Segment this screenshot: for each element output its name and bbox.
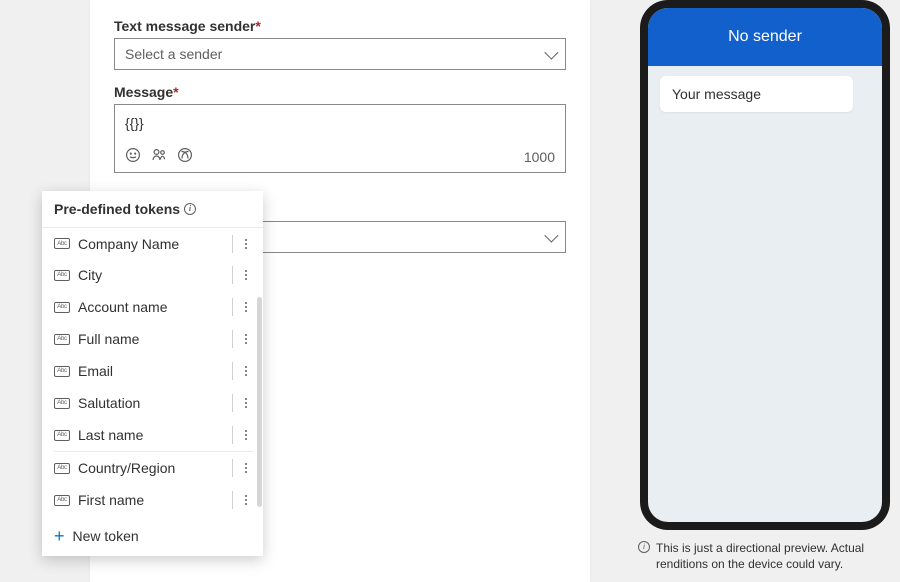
token-list: Abc Company Name Abc City Abc Account na… bbox=[42, 227, 263, 516]
more-icon[interactable] bbox=[239, 398, 253, 408]
scrollbar[interactable] bbox=[257, 297, 262, 507]
token-popup: Pre-defined tokens i Abc Company Name Ab… bbox=[42, 191, 263, 556]
text-type-icon: Abc bbox=[54, 270, 70, 281]
info-icon[interactable]: i bbox=[184, 203, 196, 215]
more-icon[interactable] bbox=[239, 463, 253, 473]
token-item[interactable]: Abc Company Name bbox=[42, 227, 263, 259]
phone-preview-body: Your message bbox=[648, 66, 882, 522]
token-item[interactable]: Abc First name bbox=[42, 484, 263, 516]
message-label: Message* bbox=[114, 84, 566, 100]
phone-screen: No sender Your message bbox=[648, 8, 882, 522]
text-type-icon: Abc bbox=[54, 430, 70, 441]
token-item[interactable]: Abc Last name bbox=[42, 419, 263, 451]
more-icon[interactable] bbox=[239, 430, 253, 440]
emoji-icon[interactable] bbox=[125, 147, 141, 166]
more-icon[interactable] bbox=[239, 334, 253, 344]
chevron-down-icon bbox=[544, 46, 558, 60]
text-type-icon: Abc bbox=[54, 463, 70, 474]
text-type-icon: Abc bbox=[54, 495, 70, 506]
message-text-value[interactable]: {{}} bbox=[115, 105, 565, 143]
token-popup-header: Pre-defined tokens i bbox=[42, 191, 263, 227]
text-type-icon: Abc bbox=[54, 334, 70, 345]
token-item[interactable]: Abc City bbox=[42, 259, 263, 291]
token-item[interactable]: Abc Email bbox=[42, 355, 263, 387]
preview-disclaimer: i This is just a directional preview. Ac… bbox=[638, 540, 896, 572]
info-icon: i bbox=[638, 541, 650, 553]
sender-select-placeholder: Select a sender bbox=[125, 46, 222, 62]
message-toolbar: 1000 bbox=[115, 143, 565, 172]
char-count: 1000 bbox=[524, 149, 555, 165]
phone-preview-header: No sender bbox=[648, 8, 882, 66]
assist-icon[interactable] bbox=[177, 147, 193, 166]
text-type-icon: Abc bbox=[54, 238, 70, 249]
new-token-button[interactable]: + New token bbox=[42, 516, 263, 556]
more-icon[interactable] bbox=[239, 239, 253, 249]
text-type-icon: Abc bbox=[54, 366, 70, 377]
token-item[interactable]: Abc Account name bbox=[42, 291, 263, 323]
text-type-icon: Abc bbox=[54, 302, 70, 313]
chevron-down-icon bbox=[544, 229, 558, 243]
plus-icon: + bbox=[54, 527, 65, 545]
personalization-icon[interactable] bbox=[151, 147, 167, 166]
phone-preview-frame: No sender Your message bbox=[640, 0, 890, 530]
preview-message-bubble: Your message bbox=[660, 76, 853, 112]
text-type-icon: Abc bbox=[54, 398, 70, 409]
more-icon[interactable] bbox=[239, 302, 253, 312]
message-input[interactable]: {{}} 1000 bbox=[114, 104, 566, 173]
more-icon[interactable] bbox=[239, 366, 253, 376]
more-icon[interactable] bbox=[239, 495, 253, 505]
more-icon[interactable] bbox=[239, 270, 253, 280]
sender-label: Text message sender* bbox=[114, 18, 566, 34]
token-item[interactable]: Abc Salutation bbox=[42, 387, 263, 419]
token-item[interactable]: Abc Country/Region bbox=[42, 452, 263, 484]
token-item[interactable]: Abc Full name bbox=[42, 323, 263, 355]
sender-select[interactable]: Select a sender bbox=[114, 38, 566, 70]
